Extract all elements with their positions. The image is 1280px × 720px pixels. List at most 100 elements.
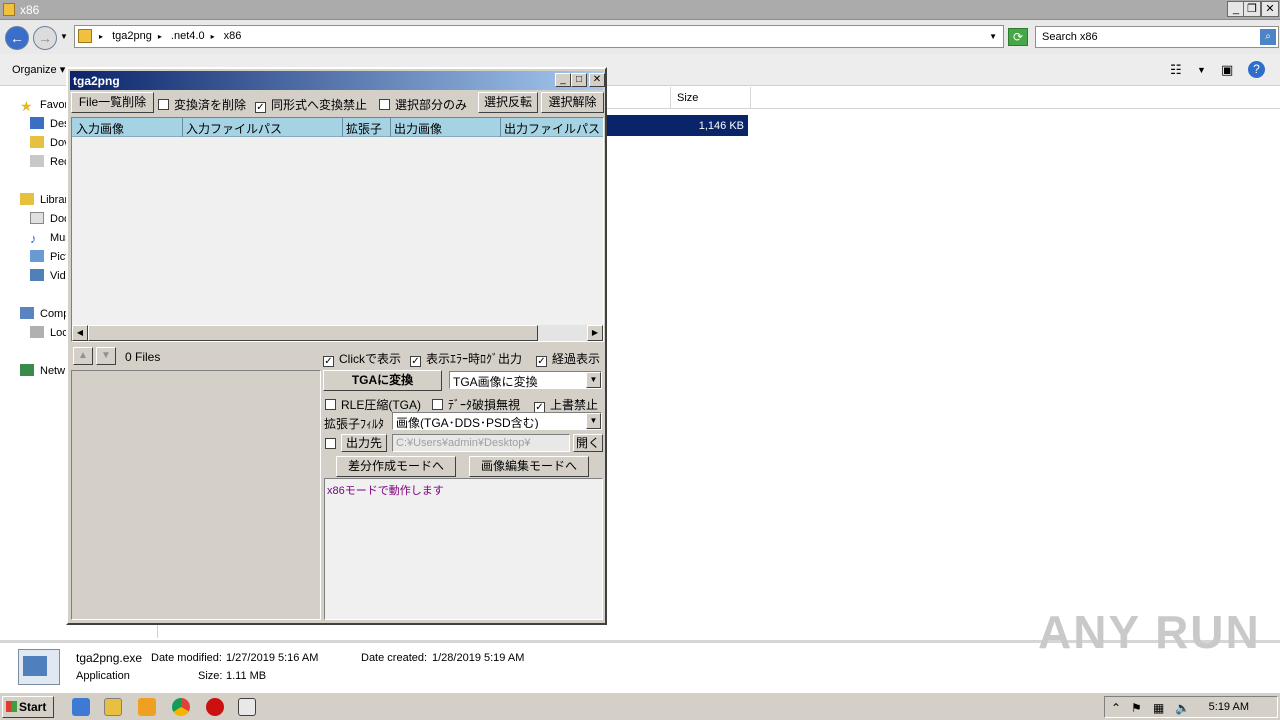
column-divider[interactable] — [390, 118, 391, 137]
column-extension[interactable]: 拡張子 — [346, 120, 382, 137]
show-hidden-icons-icon[interactable]: ⌃ — [1111, 701, 1121, 715]
chrome-icon[interactable] — [172, 698, 190, 716]
flag-icon[interactable]: ⚑ — [1131, 701, 1142, 715]
progress-checkbox[interactable]: ✓ 経過表示 — [536, 350, 600, 367]
image-preview[interactable] — [71, 370, 321, 620]
extension-filter-select[interactable]: 画像(TGA･DDS･PSD含む) ▼ — [392, 412, 602, 430]
column-divider[interactable] — [670, 87, 671, 109]
no-overwrite-checkbox[interactable]: ✓ 上書禁止 — [534, 396, 598, 413]
convert-mode-select[interactable]: TGA画像に変換 ▼ — [449, 371, 602, 389]
column-divider[interactable] — [500, 118, 501, 137]
internet-explorer-icon[interactable] — [72, 698, 90, 716]
checkbox-box[interactable] — [325, 438, 336, 449]
selected-only-checkbox[interactable]: 選択部分のみ — [379, 96, 467, 113]
close-button[interactable]: ✕ — [1261, 1, 1279, 17]
error-log-checkbox[interactable]: ✓ 表示ｴﾗｰ時ﾛｸﾞ出力 — [410, 350, 522, 367]
checkbox-box[interactable]: ✓ — [410, 356, 421, 367]
checkbox-box[interactable] — [432, 399, 443, 410]
checkbox-box[interactable]: ✓ — [536, 356, 547, 367]
open-button[interactable]: 開く — [573, 434, 603, 452]
delete-converted-checkbox[interactable]: 変換済を削除 — [158, 96, 246, 113]
recent-pages-chevron-icon[interactable]: ▼ — [60, 32, 68, 41]
breadcrumb-item[interactable]: x86 — [224, 30, 242, 42]
output-dir-button[interactable]: 出力先 — [341, 434, 387, 452]
checkbox-box[interactable] — [158, 99, 169, 110]
diff-mode-button[interactable]: 差分作成モードへ — [336, 456, 456, 477]
tga2png-close-button[interactable]: ✕ — [589, 73, 605, 87]
recent-places-icon — [30, 155, 44, 167]
extension-filter-value: 画像(TGA･DDS･PSD含む) — [396, 416, 539, 430]
chevron-down-icon[interactable]: ▼ — [586, 413, 601, 429]
back-button[interactable]: ← — [5, 26, 29, 50]
scrollbar-thumb[interactable] — [88, 325, 538, 341]
network-icon — [20, 364, 34, 376]
opera-icon[interactable] — [206, 698, 224, 716]
organize-label: Organize — [12, 64, 57, 76]
search-input[interactable]: Search x86 ⌕ — [1035, 26, 1279, 48]
column-divider[interactable] — [342, 118, 343, 137]
move-down-button[interactable]: ▼ — [96, 347, 116, 365]
checkbox-box[interactable] — [325, 399, 336, 410]
tga2png-taskbar-icon[interactable] — [238, 698, 256, 716]
column-size[interactable]: Size — [677, 92, 698, 104]
selected-file-row[interactable]: 1,146 KB — [607, 115, 748, 136]
output-path-input[interactable]: C:¥Users¥admin¥Desktop¥ — [392, 434, 570, 452]
file-list-view[interactable]: 入力画像 入力ファイルパス 拡張子 出力画像 出力ファイルパス ◀ ▶ — [71, 117, 604, 342]
details-created-value: 1/28/2019 5:19 AM — [432, 652, 525, 664]
tga2png-minimize-button[interactable]: _ — [555, 73, 571, 87]
horizontal-scrollbar[interactable]: ◀ ▶ — [72, 325, 603, 341]
watermark-logo: ANY RUN — [1038, 606, 1261, 658]
details-modified-label: Date modified: — [151, 652, 222, 664]
column-input-path[interactable]: 入力ファイルパス — [186, 120, 282, 137]
column-output-path[interactable]: 出力ファイルパス — [504, 120, 600, 137]
refresh-icon[interactable]: ⟳ — [1008, 28, 1028, 46]
column-divider[interactable] — [750, 87, 751, 109]
checkbox-box[interactable] — [379, 99, 390, 110]
move-up-button[interactable]: ▲ — [73, 347, 93, 365]
breadcrumb-item[interactable]: .net4.0 — [171, 30, 205, 42]
scroll-right-icon[interactable]: ▶ — [587, 325, 603, 341]
music-icon: ♪ — [30, 231, 37, 246]
breadcrumb-item[interactable]: tga2png — [112, 30, 152, 42]
ignore-corrupt-checkbox[interactable]: ﾃﾞｰﾀ破損無視 — [432, 396, 520, 413]
log-output[interactable]: x86モードで動作します — [324, 478, 603, 620]
views-icon[interactable]: ☷ — [1170, 62, 1182, 78]
search-icon[interactable]: ⌕ — [1260, 29, 1276, 45]
help-icon[interactable]: ? — [1248, 61, 1265, 78]
tga2png-maximize-button[interactable]: □ — [571, 73, 587, 87]
click-show-checkbox[interactable]: ✓ Clickで表示 — [323, 350, 401, 367]
address-row: ← → ▼ ▸ tga2png ▸ .net4.0 ▸ x86 ▼ ⟳ Search… — [0, 20, 1280, 54]
views-dropdown-icon[interactable]: ▼ — [1197, 65, 1206, 75]
organize-menu[interactable]: Organize ▾ — [12, 63, 65, 76]
restore-button[interactable]: ❐ — [1243, 1, 1261, 17]
explorer-taskbar-icon[interactable] — [104, 698, 122, 716]
address-bar[interactable]: ▸ tga2png ▸ .net4.0 ▸ x86 ▼ — [74, 25, 1004, 48]
column-divider[interactable] — [182, 118, 183, 137]
log-text: x86モードで動作します — [327, 485, 444, 497]
volume-icon[interactable]: 🔈 — [1175, 701, 1190, 715]
chevron-down-icon[interactable]: ▼ — [586, 372, 601, 388]
scroll-left-icon[interactable]: ◀ — [72, 325, 88, 341]
computer-icon — [20, 307, 34, 319]
column-output-image[interactable]: 出力画像 — [394, 120, 442, 137]
column-input-image[interactable]: 入力画像 — [76, 120, 124, 137]
clear-selection-button[interactable]: 選択解除 — [541, 92, 604, 113]
preview-pane-icon[interactable]: ▣ — [1221, 62, 1233, 78]
address-dropdown-icon[interactable]: ▼ — [989, 32, 997, 41]
clock[interactable]: 5:19 AM — [1209, 701, 1249, 713]
forward-button[interactable]: → — [33, 26, 57, 50]
rle-checkbox[interactable]: RLE圧縮(TGA) — [325, 396, 421, 413]
network-tray-icon[interactable]: ▦ — [1153, 701, 1164, 715]
delete-converted-label: 変換済を削除 — [174, 98, 247, 112]
invert-selection-button[interactable]: 選択反転 — [478, 92, 538, 113]
checkbox-box[interactable]: ✓ — [255, 102, 266, 113]
media-player-icon[interactable] — [138, 698, 156, 716]
details-type: Application — [76, 670, 130, 682]
checkbox-box[interactable]: ✓ — [323, 356, 334, 367]
output-dir-checkbox[interactable] — [325, 437, 341, 451]
edit-mode-button[interactable]: 画像編集モードへ — [469, 456, 589, 477]
file-list-clear-button[interactable]: File一覧削除 — [71, 92, 154, 113]
no-same-format-checkbox[interactable]: ✓ 同形式へ変換禁止 — [255, 96, 367, 113]
start-button[interactable]: Start — [2, 696, 54, 718]
convert-button[interactable]: TGAに変換 — [323, 370, 442, 391]
